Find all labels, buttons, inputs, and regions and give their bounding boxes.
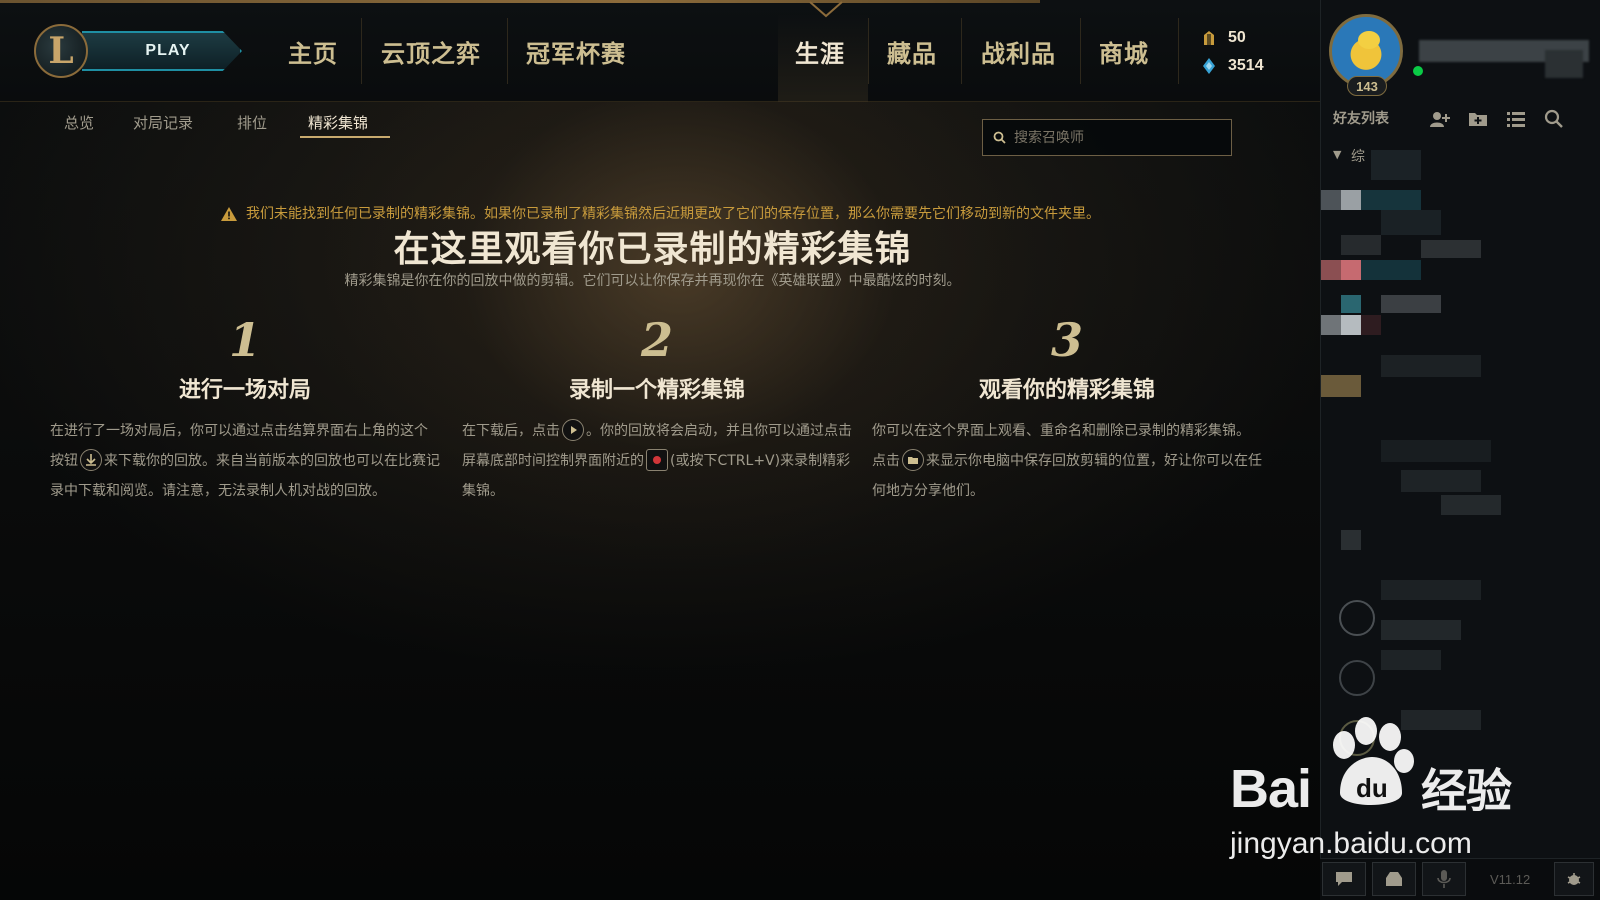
open-folder-icon: [902, 449, 924, 471]
rp-amount: 50: [1228, 29, 1246, 46]
step-text-part: 来下载你的回放。来自当前版本的回放也可以在比赛记录中下载和阅览。请注意，无法录制…: [50, 453, 440, 499]
highlights-headline: 在这里观看你已录制的精彩集锦: [393, 229, 912, 270]
subnav-highlights[interactable]: 精彩集锦: [308, 112, 368, 136]
be-amount: 3514: [1228, 57, 1264, 74]
riot-points-icon: [1204, 31, 1214, 45]
highlights-description: 精彩集锦是你在你的回放中做的剪辑。它们可以让你保存并再现你在《英雄联盟》中最酷炫…: [344, 273, 961, 289]
inbox-button[interactable]: [1372, 862, 1416, 896]
nav-loot[interactable]: 战利品: [981, 0, 1056, 102]
voice-button[interactable]: [1422, 862, 1466, 896]
main-stage: PLAY L 主页 云顶之弈 冠军杯赛 生涯 藏品 战利品 商城 50 3514…: [0, 0, 1320, 900]
search-icon: [993, 131, 1006, 144]
download-replay-icon: [80, 449, 102, 471]
step-text: 在进行了一场对局后，你可以通过点击结算界面右上角的这个按钮 来下载你的回放。来自…: [50, 416, 440, 506]
chat-icon: [1336, 872, 1352, 886]
step-title: 进行一场对局: [178, 378, 311, 403]
step-number: 2: [640, 313, 673, 367]
currency-display[interactable]: 50 3514: [1200, 24, 1300, 80]
record-icon: [646, 449, 668, 471]
nav-clash[interactable]: 冠军杯赛: [526, 0, 626, 102]
top-gold-line: [0, 0, 1040, 3]
step-3: 3 观看你的精彩集锦 你可以在这个界面上观看、重命名和删除已录制的精彩集锦。点击…: [872, 310, 1262, 506]
nav-collection[interactable]: 藏品: [887, 0, 937, 102]
step-number: 1: [228, 313, 261, 367]
nav-tft[interactable]: 云顶之弈: [381, 0, 481, 102]
step-text: 在下载后，点击 。你的回放将会启动，并且你可以通过点击屏幕底部时间控制界面附近的…: [462, 416, 852, 506]
league-logo-icon[interactable]: L: [34, 24, 88, 78]
step-text-part: 来显示你电脑中保存回放剪辑的位置，好让你可以在任何地方分享他们。: [872, 453, 1262, 499]
redaction-overlay: [1409, 46, 1449, 86]
baidu-jingyan-watermark: du Bai 经验 jingyan.baidu.com: [1220, 715, 1520, 865]
chat-button[interactable]: [1322, 862, 1366, 896]
rp-row: 50: [1200, 24, 1300, 52]
add-friend-icon[interactable]: [1429, 108, 1451, 130]
add-folder-icon[interactable]: [1467, 108, 1489, 130]
play-replay-icon: [562, 419, 584, 441]
nav-career[interactable]: 生涯: [795, 0, 845, 102]
summoner-search-box[interactable]: [982, 119, 1232, 156]
blue-essence-icon: [1203, 58, 1215, 74]
step-title: 观看你的精彩集锦: [978, 378, 1155, 403]
subnav-overview[interactable]: 总览: [64, 112, 94, 136]
summoner-level-badge: 143: [1347, 76, 1387, 96]
nav-home[interactable]: 主页: [288, 0, 338, 102]
step-title: 录制一个精彩集锦: [568, 378, 745, 403]
nav-divider: [361, 18, 362, 84]
microphone-icon: [1437, 870, 1451, 888]
inbox-icon: [1386, 872, 1402, 886]
client-logo-group: PLAY L: [34, 24, 242, 78]
top-navigation-bar: PLAY L 主页 云顶之弈 冠军杯赛 生涯 藏品 战利品 商城 50 3514: [0, 0, 1320, 102]
step-number: 3: [1050, 313, 1083, 367]
redaction-block: [1545, 50, 1583, 78]
watermark-brand: Bai 经验: [1230, 759, 1512, 819]
nav-divider: [507, 18, 508, 84]
play-button[interactable]: PLAY: [82, 31, 242, 71]
step-text-part: 在下载后，点击: [462, 423, 560, 439]
nav-store[interactable]: 商城: [1099, 0, 1149, 102]
step-text: 你可以在这个界面上观看、重命名和删除已录制的精彩集锦。点击 来显示你电脑中保存回…: [872, 416, 1262, 506]
summoner-search-input[interactable]: [1014, 129, 1224, 146]
nav-divider: [1178, 18, 1179, 84]
subnav-ranked[interactable]: 排位: [237, 112, 267, 136]
bug-report-icon: [1567, 873, 1581, 885]
step-2: 2 录制一个精彩集锦 在下载后，点击 。你的回放将会启动，并且你可以通过点击屏幕…: [462, 310, 852, 506]
client-version: V11.12: [1490, 872, 1531, 887]
nav-divider: [868, 18, 869, 84]
subnav-match-history[interactable]: 对局记录: [133, 112, 193, 136]
watermark-url: jingyan.baidu.com: [1230, 827, 1472, 860]
step-1: 1 进行一场对局 在进行了一场对局后，你可以通过点击结算界面右上角的这个按钮 来…: [50, 310, 440, 506]
nav-divider: [961, 18, 962, 84]
nav-divider: [1080, 18, 1081, 84]
subnav-active-underline: [300, 136, 390, 138]
list-view-icon[interactable]: [1505, 108, 1527, 130]
help-button[interactable]: [1554, 862, 1594, 896]
be-row: 3514: [1200, 52, 1300, 80]
friend-search-icon[interactable]: [1543, 108, 1565, 130]
profile-avatar-group[interactable]: 143: [1329, 14, 1405, 96]
